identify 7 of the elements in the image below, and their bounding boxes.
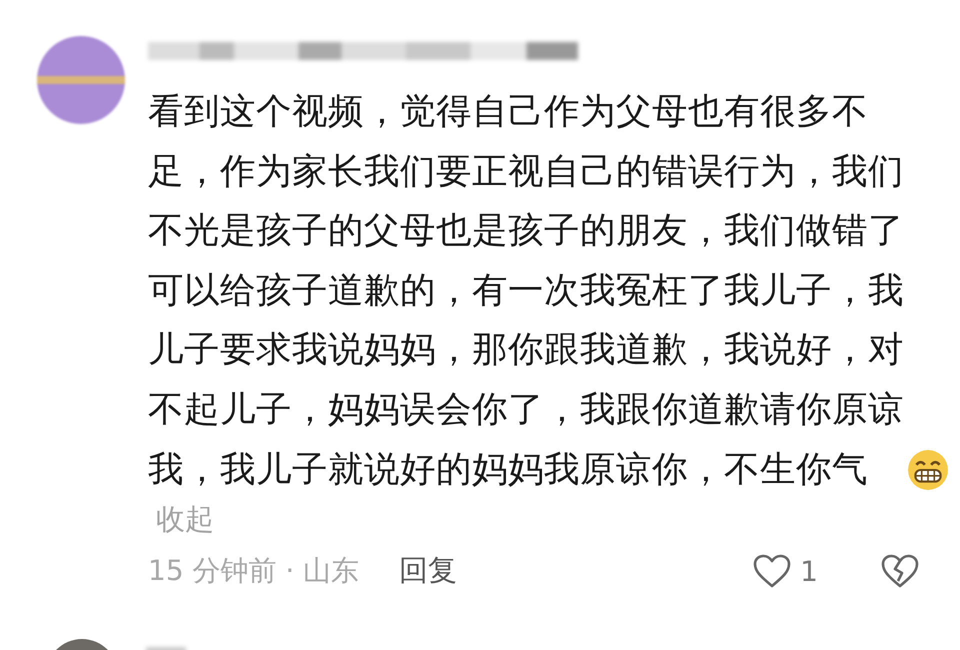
comment-time-location: 15 分钟前 · 山东	[148, 553, 360, 590]
comment-text: 看到这个视频，觉得自己作为父母也有很多不足，作为家长我们要正视自己的错误行为，我们不光是孩子的父母也是孩子的朋友，我们做错了可以给孩子道歉的，有一次我冤枉了我儿子，我儿子要求我说妈妈，那你跟我道歉，我说好，对不起儿子，妈妈误会你了，我跟你道歉请你原谅我，我儿子就说好的妈妈我原谅你，不生你气	[148, 90, 905, 492]
heart-icon[interactable]	[752, 553, 792, 590]
reply-button[interactable]: 回复	[399, 551, 458, 592]
like-count: 1	[800, 554, 818, 588]
broken-heart-icon[interactable]	[880, 553, 920, 590]
grinning-face-icon	[907, 449, 949, 492]
